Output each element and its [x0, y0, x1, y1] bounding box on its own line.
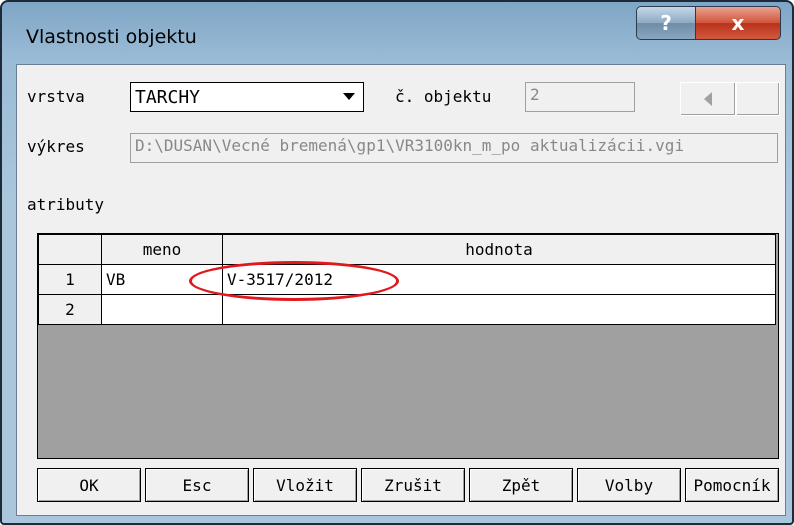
column-header-meno[interactable]: meno [101, 234, 223, 265]
atributy-label: atributy [27, 195, 105, 214]
next-button[interactable] [736, 82, 780, 116]
close-icon: x [731, 11, 745, 35]
zpet-button[interactable]: Zpět [469, 468, 573, 502]
help-button[interactable]: ? [636, 6, 696, 40]
help-icon: ? [660, 11, 672, 35]
attributes-grid[interactable]: meno hodnota 1 VB V-3517/2012 2 [37, 233, 779, 459]
vrstva-dropdown[interactable]: TARCHY [130, 82, 364, 112]
vrstva-value: TARCHY [135, 87, 201, 108]
vykres-path-field[interactable]: D:\DUSAN\Vecné bremená\gp1\VR3100kn_m_po… [130, 133, 778, 163]
row-number[interactable]: 1 [38, 264, 102, 295]
column-header-hodnota[interactable]: hodnota [222, 234, 776, 265]
dialog-window: Vlastnosti objektu ? x vrstva TARCHY č. … [0, 0, 794, 525]
row-number[interactable]: 2 [38, 294, 102, 325]
table-row: 1 VB V-3517/2012 [38, 264, 776, 295]
vrstva-label: vrstva [27, 87, 85, 106]
close-button[interactable]: x [695, 6, 781, 40]
window-title: Vlastnosti objektu [26, 26, 197, 48]
vykres-label: výkres [27, 137, 85, 156]
ok-button[interactable]: OK [37, 468, 141, 502]
meno-cell[interactable]: VB [101, 264, 223, 295]
volby-button[interactable]: Volby [577, 468, 681, 502]
zrusit-button[interactable]: Zrušit [361, 468, 465, 502]
hodnota-cell[interactable]: V-3517/2012 [222, 264, 776, 295]
table-row: 2 [38, 294, 776, 325]
meno-cell[interactable] [101, 294, 223, 325]
vlozit-button[interactable]: Vložit [253, 468, 357, 502]
corner-header[interactable] [38, 234, 102, 265]
previous-button[interactable] [680, 82, 736, 116]
title-bar[interactable]: Vlastnosti objektu ? x [2, 2, 792, 62]
pomocnik-button[interactable]: Pomocník [685, 468, 779, 502]
objekt-number-field[interactable]: 2 [525, 82, 635, 112]
hodnota-cell[interactable] [222, 294, 776, 325]
attributes-table: meno hodnota 1 VB V-3517/2012 2 [38, 234, 776, 325]
arrow-left-icon [704, 92, 712, 106]
chevron-down-icon[interactable] [337, 85, 361, 109]
dialog-client-area: vrstva TARCHY č. objektu 2 výkres D:\DUS… [16, 64, 786, 516]
esc-button[interactable]: Esc [145, 468, 249, 502]
table-header-row: meno hodnota [38, 234, 776, 265]
objekt-label: č. objektu [395, 87, 492, 106]
